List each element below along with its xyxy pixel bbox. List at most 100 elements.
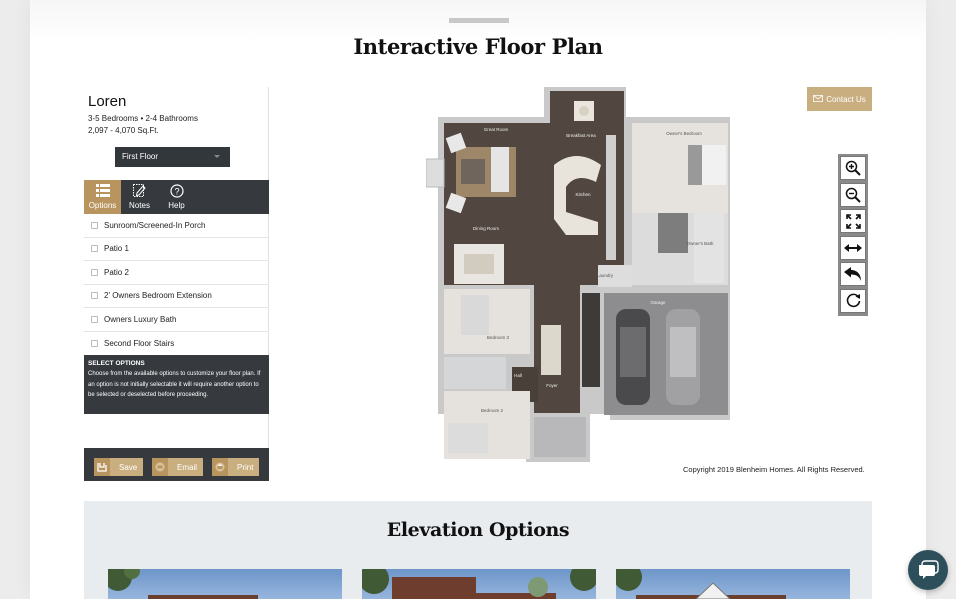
option-label: Patio 1 <box>104 244 129 254</box>
option-label: Owners Luxury Bath <box>104 314 177 324</box>
option-item[interactable]: Patio 1 <box>84 238 269 261</box>
svg-text:Kitchen: Kitchen <box>575 192 591 197</box>
options-list: Sunroom/Screened-In Porch Patio 1 Patio … <box>84 214 269 355</box>
reset-button[interactable] <box>840 288 866 313</box>
tab-options[interactable]: Options <box>84 180 121 214</box>
tab-help[interactable]: ? Help <box>158 180 195 214</box>
undo-button[interactable] <box>840 262 866 286</box>
arrows-horizontal-icon <box>844 243 862 252</box>
svg-text:?: ? <box>174 187 179 197</box>
help-icon: ? <box>158 180 195 200</box>
svg-text:Laundry: Laundry <box>597 273 614 278</box>
svg-text:Owner's Bedroom: Owner's Bedroom <box>666 131 702 136</box>
elevation-title: Elevation Options <box>386 519 570 541</box>
checkbox[interactable] <box>91 245 98 253</box>
options-panel: Loren 3-5 Bedrooms • 2-4 Bathrooms 2,097… <box>84 87 269 481</box>
side-entry <box>426 158 445 188</box>
email-button[interactable]: Email <box>152 458 204 476</box>
tab-notes-label: Notes <box>129 201 150 210</box>
print-button[interactable]: Print <box>212 458 260 476</box>
plan-name: Loren <box>88 93 127 110</box>
checkbox[interactable] <box>91 268 98 276</box>
refresh-icon <box>846 293 860 308</box>
plan-porch <box>534 417 586 457</box>
edit-icon <box>121 180 158 200</box>
chevron-down-icon <box>214 155 220 158</box>
save-label: Save <box>119 462 138 472</box>
save-button[interactable]: Save <box>94 458 144 476</box>
floor-plan-image[interactable]: Great Room Breakfast Area Owner's Bedroo… <box>426 87 732 465</box>
email-icon <box>152 458 168 476</box>
zoom-in-button[interactable] <box>840 156 866 180</box>
tab-options-label: Options <box>88 201 117 210</box>
option-item[interactable]: Owners Luxury Bath <box>84 308 269 332</box>
elevation-image[interactable] <box>362 569 596 599</box>
svg-text:Dining Room: Dining Room <box>473 226 499 231</box>
elevation-image[interactable] <box>108 569 342 599</box>
elevation-image[interactable] <box>616 569 850 599</box>
svg-text:Bedroom 3: Bedroom 3 <box>487 335 510 340</box>
info-heading: SELECT OPTIONS <box>88 360 145 367</box>
list-icon <box>84 180 121 200</box>
zoom-out-icon <box>845 187 861 203</box>
svg-text:Owner's Bath: Owner's Bath <box>687 241 714 246</box>
plan-sqft: 2,097 - 4,070 Sq.Ft. <box>88 126 159 135</box>
plan-bedroom-3 <box>444 289 530 354</box>
copyright-notice: Copyright 2019 Blenheim Homes. All Right… <box>683 465 865 474</box>
svg-text:Bedroom 2: Bedroom 2 <box>481 408 504 413</box>
plan-owners-bath <box>632 213 728 285</box>
option-label: 2' Owners Bedroom Extension <box>104 291 212 301</box>
option-label: Patio 2 <box>104 267 129 277</box>
elevation-section: Elevation Options <box>84 501 872 599</box>
plan-stairs <box>582 293 600 387</box>
chat-widget-button[interactable] <box>908 550 948 590</box>
email-label: Email <box>177 462 198 472</box>
svg-text:Foyer: Foyer <box>546 383 558 388</box>
checkbox[interactable] <box>91 339 98 347</box>
plan-bath <box>444 357 506 389</box>
checkbox[interactable] <box>91 315 98 323</box>
zoom-toolbar <box>838 154 868 316</box>
contact-us-button[interactable]: Contact Us <box>807 87 872 111</box>
plan-foyer-rug <box>541 325 561 375</box>
plan-garage <box>604 293 728 415</box>
print-label: Print <box>237 462 254 472</box>
option-item[interactable]: Patio 2 <box>84 261 269 285</box>
save-icon <box>94 458 110 476</box>
plan-breakfast-table <box>574 101 594 121</box>
panel-tabs: Options Notes ? Help <box>84 180 269 214</box>
plan-bedroom-2 <box>444 391 530 459</box>
option-item[interactable]: Sunroom/Screened-In Porch <box>84 214 269 238</box>
floor-select-value: First Floor <box>122 152 158 161</box>
svg-text:Breakfast Area: Breakfast Area <box>566 133 596 138</box>
mirror-button[interactable] <box>840 235 866 260</box>
page-title: Interactive Floor Plan <box>353 34 603 59</box>
svg-text:Hall: Hall <box>514 373 522 378</box>
tab-help-label: Help <box>168 201 185 210</box>
svg-text:Garage: Garage <box>650 300 666 305</box>
option-label: Sunroom/Screened-In Porch <box>104 220 206 230</box>
tab-notes[interactable]: Notes <box>121 180 158 214</box>
plan-dining-table <box>454 244 504 284</box>
zoom-in-icon <box>845 160 861 176</box>
chat-icon <box>919 560 939 579</box>
floor-select[interactable]: First Floor <box>115 147 230 167</box>
plan-bed-bath: 3-5 Bedrooms • 2-4 Bathrooms <box>88 114 198 123</box>
select-options-info: SELECT OPTIONS Choose from the available… <box>84 355 269 414</box>
expand-icon <box>845 213 861 229</box>
mail-icon <box>813 94 824 104</box>
checkbox[interactable] <box>91 221 98 229</box>
undo-icon <box>844 266 861 281</box>
checkbox[interactable] <box>91 292 98 300</box>
svg-text:Great Room: Great Room <box>484 127 509 132</box>
option-label: Second Floor Stairs <box>104 338 175 348</box>
contact-us-label: Contact Us <box>826 94 866 104</box>
option-item[interactable]: 2' Owners Bedroom Extension <box>84 285 269 308</box>
info-text: Choose from the available options to cus… <box>88 371 261 398</box>
action-bar: Save Email Print <box>84 448 269 481</box>
fit-screen-button[interactable] <box>840 209 866 233</box>
plan-kitchen-counter <box>606 135 616 260</box>
zoom-out-button[interactable] <box>840 182 866 207</box>
section-divider <box>449 18 509 23</box>
option-item[interactable]: Second Floor Stairs <box>84 332 269 356</box>
